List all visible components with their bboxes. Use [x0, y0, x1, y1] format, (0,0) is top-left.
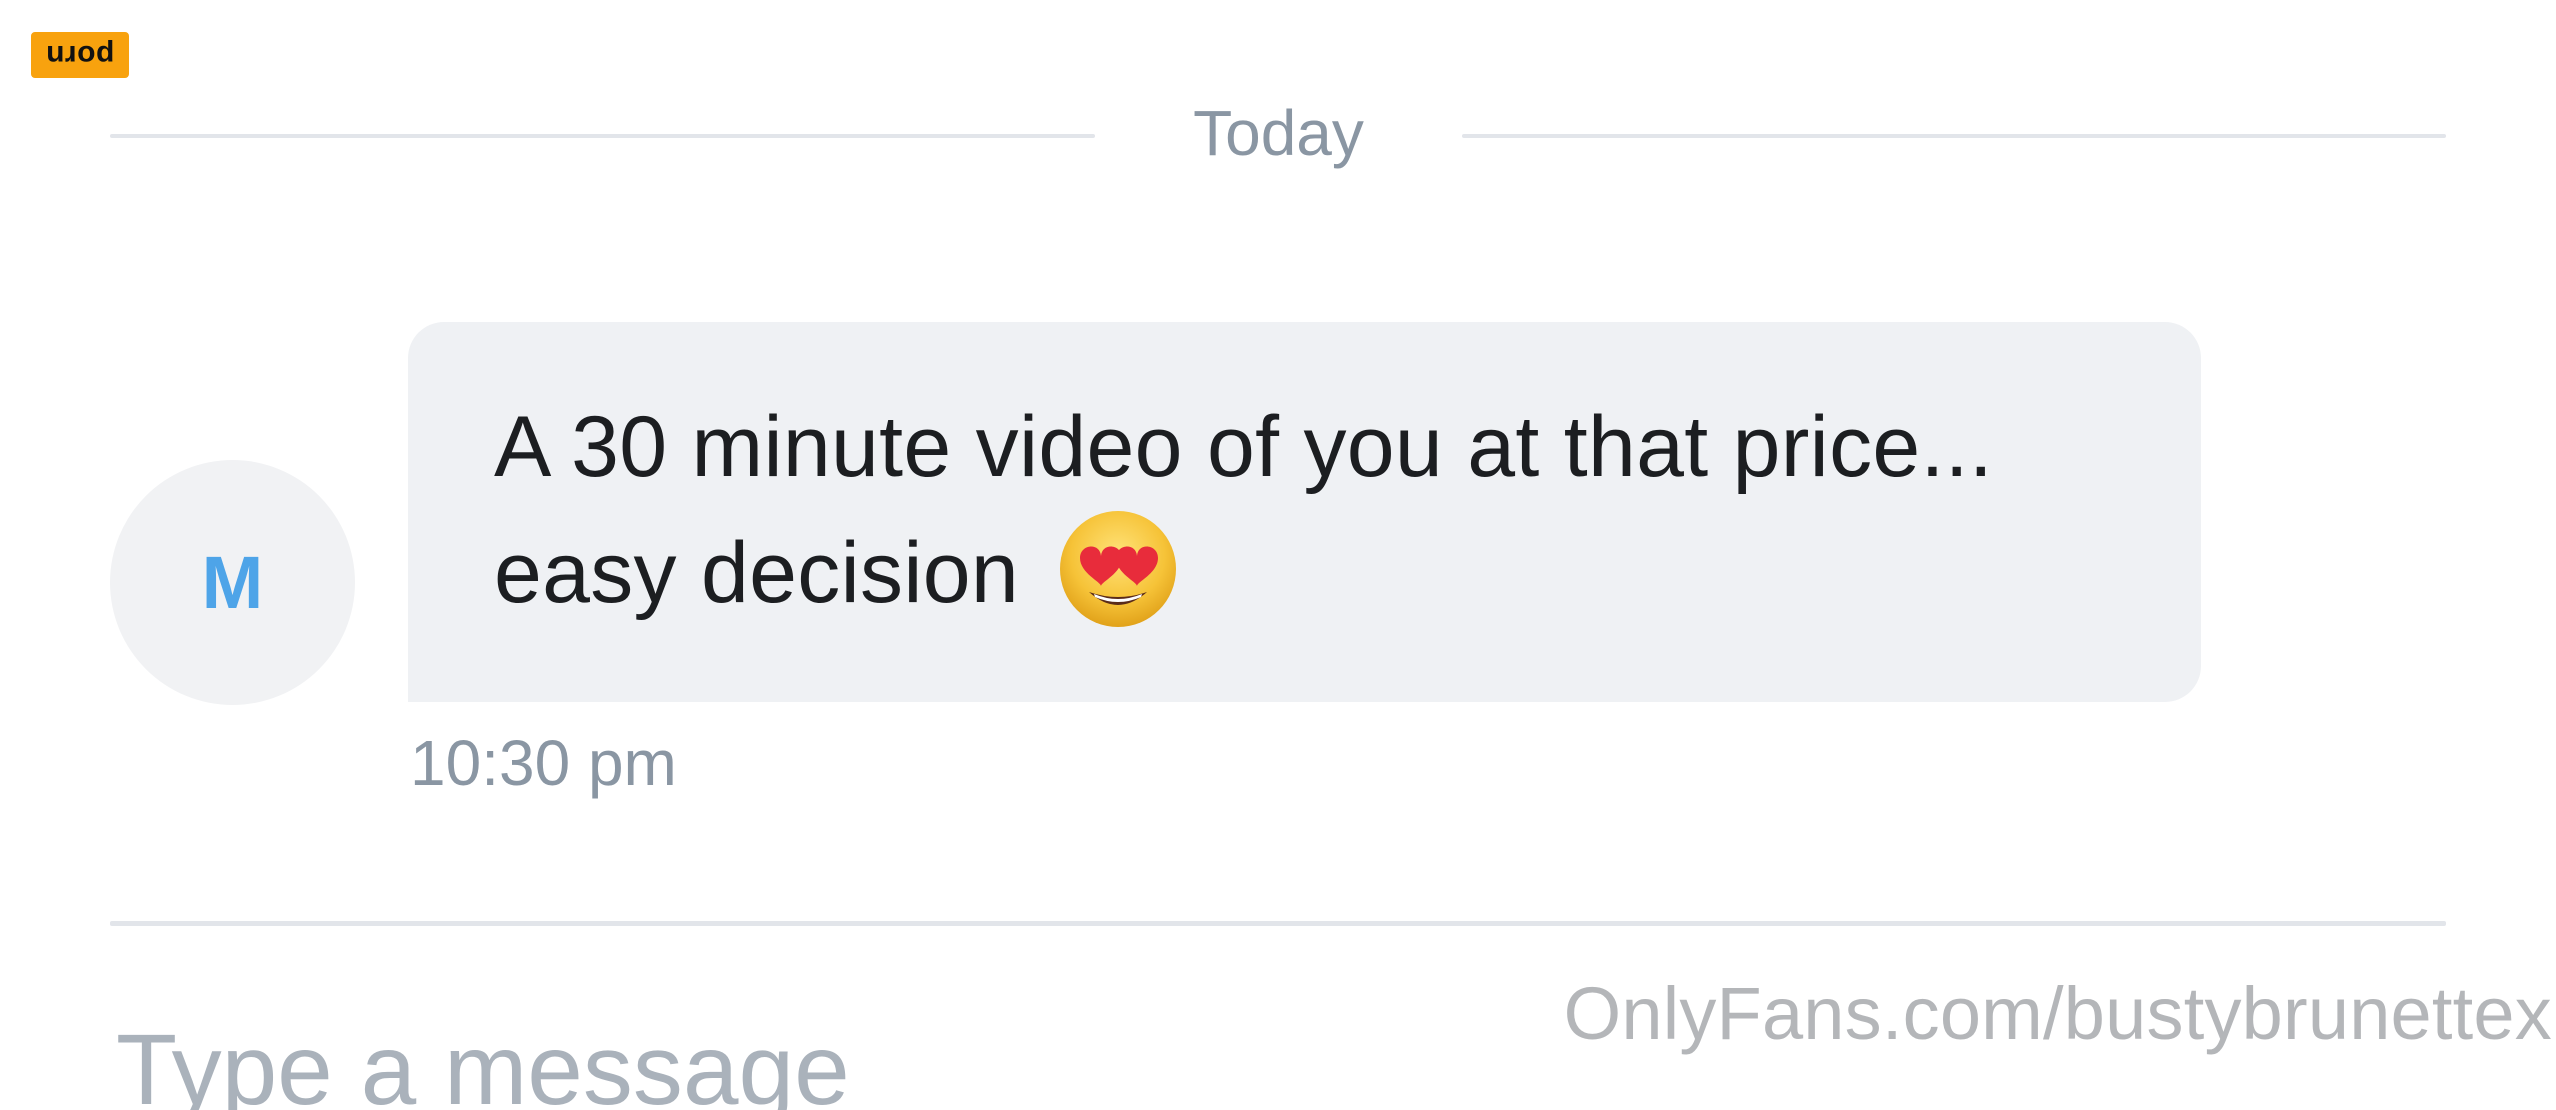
divider-line-right — [1462, 134, 2446, 138]
date-divider: Today — [110, 90, 2446, 180]
smiling-face-with-heart-eyes-icon — [1060, 511, 1177, 627]
watermark: OnlyFans.com/bustybrunettex — [1563, 972, 2552, 1055]
sender-avatar[interactable]: M — [110, 460, 355, 705]
porn-badge: porn — [31, 32, 129, 78]
message-text: A 30 minute video of you at that price..… — [494, 399, 1994, 621]
message-timestamp: 10:30 pm — [410, 727, 677, 799]
divider-line-left — [110, 134, 1095, 138]
message-content: A 30 minute video of you at that price..… — [494, 388, 2129, 632]
message-input[interactable] — [116, 1030, 1316, 1110]
date-label: Today — [1193, 97, 1364, 169]
avatar-initial: M — [201, 541, 264, 624]
message-bubble[interactable]: A 30 minute video of you at that price..… — [408, 322, 2201, 702]
composer-divider — [110, 921, 2446, 926]
